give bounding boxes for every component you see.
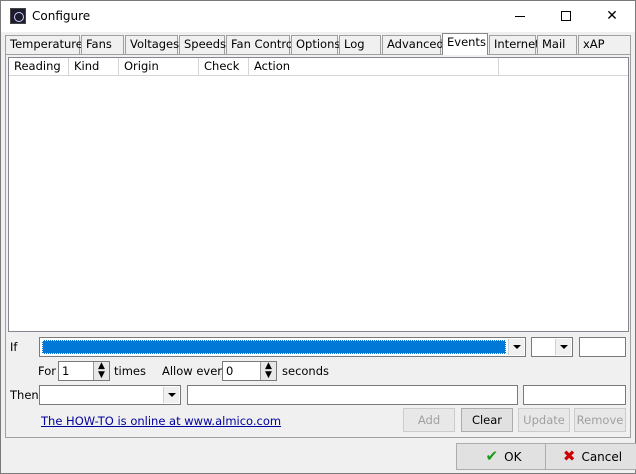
ok-label: OK [504, 450, 522, 464]
clear-button[interactable]: Clear [461, 408, 513, 432]
times-label: times [114, 364, 146, 378]
tab-strip: Temperatures Fans Voltages Speeds Fan Co… [5, 33, 635, 55]
tab-options[interactable]: Options [291, 35, 340, 54]
column-kind[interactable]: Kind [69, 58, 119, 76]
tab-xap[interactable]: xAP [578, 35, 631, 54]
chevron-down-icon[interactable] [555, 339, 571, 355]
then-label: Then [10, 388, 39, 402]
ok-button[interactable]: ✔ OK [456, 443, 551, 470]
tab-advanced[interactable]: Advanced [382, 35, 444, 54]
if-condition-dropdown[interactable] [39, 337, 526, 357]
maximize-icon [561, 11, 571, 21]
cancel-x-icon: ✖ [562, 447, 576, 465]
if-operator-dropdown[interactable] [531, 337, 573, 357]
column-origin[interactable]: Origin [119, 58, 199, 76]
cancel-button[interactable]: ✖ Cancel [545, 443, 636, 470]
spin-arrows-icon[interactable]: ▲ ▼ [93, 362, 109, 380]
seconds-spinner[interactable]: 0 ▲ ▼ [222, 361, 277, 381]
tab-temperatures[interactable]: Temperatures [5, 35, 89, 54]
seconds-value: 0 [226, 364, 234, 378]
if-threshold-input[interactable] [579, 337, 626, 357]
tab-internet[interactable]: Internet [489, 35, 540, 54]
events-list[interactable]: Reading Kind Origin Check Action [8, 57, 629, 332]
minimize-button[interactable] [497, 1, 543, 32]
chevron-down-icon[interactable] [508, 339, 524, 355]
chevron-down-icon[interactable] [163, 387, 179, 403]
howto-link[interactable]: The HOW-TO is online at www.almico.com [41, 414, 281, 428]
cancel-label: Cancel [581, 450, 623, 464]
checkmark-icon: ✔ [485, 447, 499, 465]
tab-speeds[interactable]: Speeds [179, 35, 226, 54]
maximize-button[interactable] [543, 1, 589, 32]
tab-log[interactable]: Log [339, 35, 381, 54]
tab-voltages[interactable]: Voltages [125, 35, 179, 54]
then-action-dropdown[interactable] [39, 385, 181, 405]
if-label: If [10, 340, 18, 354]
seconds-label: seconds [282, 364, 330, 378]
title-bar: Configure ✕ [1, 1, 635, 32]
tab-events[interactable]: Events [442, 33, 488, 55]
configure-window: Configure ✕ Temperatures Fans Voltages S… [0, 0, 636, 474]
tab-fan-control[interactable]: Fan Control [226, 35, 296, 54]
then-parameter-input[interactable] [187, 385, 518, 405]
then-secondary-input[interactable] [523, 385, 626, 405]
allow-every-label: Allow every [162, 364, 229, 378]
column-check[interactable]: Check [199, 58, 249, 76]
minimize-icon [515, 15, 525, 17]
close-button[interactable]: ✕ [589, 1, 635, 32]
events-list-header: Reading Kind Origin Check Action [9, 58, 628, 76]
if-condition-selection [42, 340, 506, 354]
times-value: 1 [62, 364, 70, 378]
column-filler [499, 58, 628, 76]
add-button[interactable]: Add [403, 408, 455, 432]
remove-button[interactable]: Remove [574, 408, 626, 432]
update-button[interactable]: Update [518, 408, 570, 432]
tab-mail[interactable]: Mail [537, 35, 577, 54]
close-icon: ✕ [606, 8, 618, 24]
times-spinner[interactable]: 1 ▲ ▼ [58, 361, 110, 381]
column-action[interactable]: Action [249, 58, 499, 76]
fan-icon [10, 8, 26, 24]
window-title: Configure [32, 9, 91, 23]
spin-arrows-icon[interactable]: ▲ ▼ [260, 362, 276, 380]
events-panel: Reading Kind Origin Check Action If For … [5, 54, 631, 438]
tab-fans[interactable]: Fans [81, 35, 124, 54]
column-reading[interactable]: Reading [9, 58, 69, 76]
for-label: For [38, 364, 56, 378]
